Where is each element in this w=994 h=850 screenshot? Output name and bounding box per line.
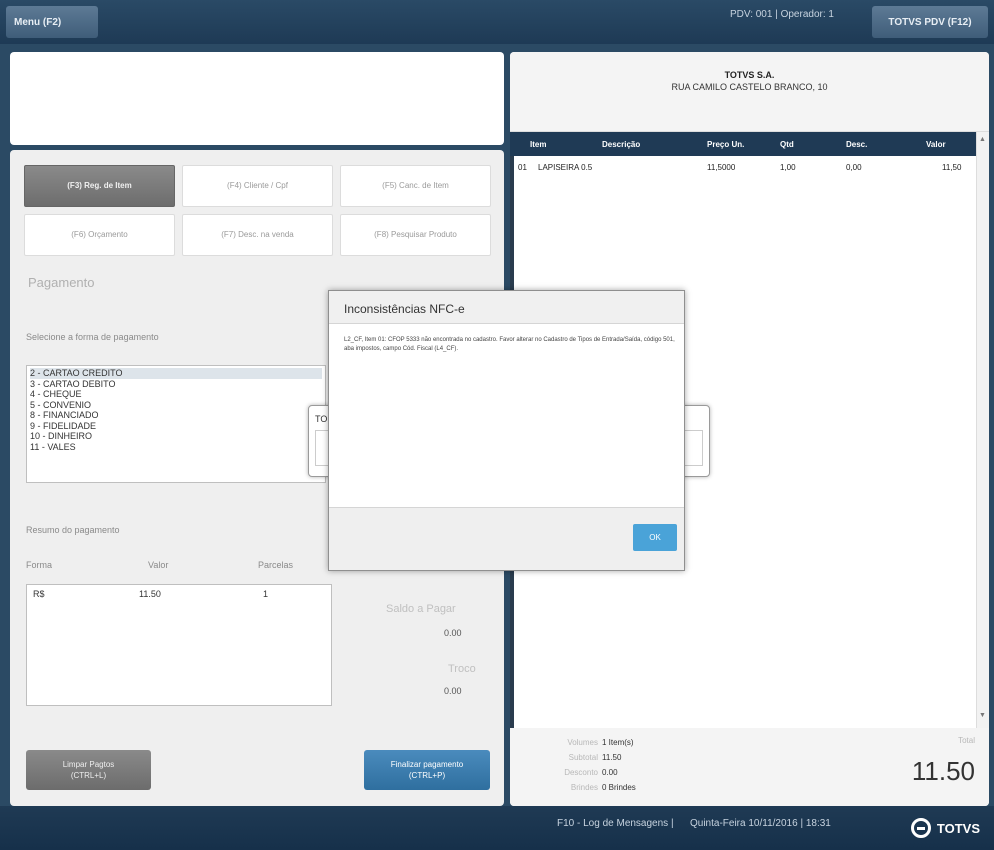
customer-cpf-button[interactable]: (F4) Cliente / Cpf (182, 165, 333, 207)
scroll-down-icon[interactable]: ▼ (979, 712, 987, 720)
finish-payment-label: Finalizar pagamento (390, 760, 464, 769)
payment-option[interactable]: 11 - VALES (30, 442, 322, 453)
dialog-title: Inconsistências NFC-e (329, 291, 684, 324)
payment-option[interactable]: 9 - FIDELIDADE (30, 421, 322, 432)
item-value: 11,50 (942, 163, 962, 172)
ok-button[interactable]: OK (633, 524, 677, 551)
sale-discount-button[interactable]: (F7) Desc. na venda (182, 214, 333, 256)
col-qtd: Qtd (780, 140, 794, 149)
company-name: TOTVS S.A. (724, 70, 775, 80)
col-forma: Forma (26, 560, 53, 570)
payment-summary-table: R$ 11.50 1 (26, 584, 332, 706)
total-value: 11.50 (911, 756, 975, 786)
desconto-label: Desconto (564, 768, 598, 777)
saldo-label: Saldo a Pagar (386, 603, 456, 615)
volumes-value: 1 Item(s) (602, 738, 634, 747)
bottom-bar (0, 806, 994, 850)
clear-payments-shortcut: (CTRL+L) (70, 771, 107, 780)
company-header: TOTVS S.A. RUA CAMILO CASTELO BRANCO, 10 (510, 52, 989, 132)
cancel-item-button[interactable]: (F5) Canc. de Item (340, 165, 491, 207)
totvs-brand: TOTVS (936, 820, 980, 836)
background-dialog-title: TO (315, 414, 328, 424)
top-bar: Menu (F2) PDV: 001 | Operador: 1 TOTVS P… (0, 0, 994, 44)
total-label: Total (958, 736, 975, 745)
clear-payments-button[interactable]: Limpar Pagtos (CTRL+L) (26, 750, 151, 790)
finish-payment-button[interactable]: Finalizar pagamento (CTRL+P) (364, 750, 490, 790)
table-row[interactable]: 01 LAPISEIRA 0.5 11,5000 1,00 0,00 11,50 (510, 160, 976, 176)
payment-method-list[interactable]: 2 - CARTAO CREDITO 3 - CARTAO DEBITO 4 -… (26, 365, 326, 483)
troco-value: 0.00 (444, 686, 462, 696)
items-scrollbar[interactable]: ▲ ▼ (976, 132, 989, 728)
datetime: Quinta-Feira 10/11/2016 | 18:31 (690, 818, 831, 829)
items-table-header: Item Descrição Preço Un. Qtd Desc. Valor (510, 132, 976, 156)
totvs-pdv-button[interactable]: TOTVS PDV (F12) (872, 6, 988, 38)
finish-payment-shortcut: (CTRL+P) (408, 771, 446, 780)
clear-payments-label: Limpar Pagtos (62, 760, 115, 769)
item-discount: 0,00 (846, 163, 862, 172)
payment-option[interactable]: 5 - CONVENIO (30, 400, 322, 411)
totals-area: Volumes 1 Item(s) Subtotal 11.50 Descont… (510, 728, 989, 806)
col-preco: Preço Un. (707, 140, 745, 149)
totvs-logo-icon (910, 818, 931, 838)
col-valor: Valor (148, 560, 169, 570)
desconto-value: 0.00 (602, 768, 618, 777)
col-parcelas: Parcelas (258, 560, 294, 570)
payment-select-label: Selecione a forma de pagamento (26, 332, 159, 342)
col-valor: Valor (926, 140, 946, 149)
item-number: 01 (518, 163, 527, 172)
summary-parcelas: 1 (263, 589, 269, 599)
payment-option[interactable]: 2 - CARTAO CREDITO (30, 368, 322, 379)
col-descricao: Descrição (602, 140, 641, 149)
subtotal-label: Subtotal (568, 753, 598, 762)
payment-option[interactable]: 10 - DINHEIRO (30, 431, 322, 442)
volumes-label: Volumes (567, 738, 598, 747)
totvs-logo: TOTVS (910, 818, 980, 838)
saldo-value: 0.00 (444, 628, 462, 638)
payment-option[interactable]: 3 - CARTAO DEBITO (30, 379, 322, 390)
col-item: Item (530, 140, 547, 149)
pdv-operator-info: PDV: 001 | Operador: 1 (730, 9, 834, 20)
dialog-footer: OK (329, 507, 684, 570)
brindes-value: 0 Brindes (602, 783, 636, 792)
message-log-link[interactable]: F10 - Log de Mensagens | (557, 818, 674, 829)
troco-label: Troco (448, 663, 476, 675)
subtotal-value: 11.50 (602, 753, 622, 762)
customer-display-area (10, 52, 504, 145)
brindes-label: Brindes (570, 783, 598, 792)
item-qty: 1,00 (780, 163, 796, 172)
payment-option[interactable]: 4 - CHEQUE (30, 389, 322, 400)
register-item-button[interactable]: (F3) Reg. de Item (24, 165, 175, 207)
summary-forma: R$ (33, 589, 45, 599)
payment-option[interactable]: 8 - FINANCIADO (30, 410, 322, 421)
summary-valor: 11.50 (139, 589, 161, 599)
dialog-message: L2_CF, Item 01: CFOP 5333 não encontrada… (344, 337, 675, 352)
scroll-up-icon[interactable]: ▲ (979, 136, 987, 144)
company-address: RUA CAMILO CASTELO BRANCO, 10 (671, 82, 828, 92)
nfce-inconsistency-dialog: Inconsistências NFC-e L2_CF, Item 01: CF… (328, 290, 685, 571)
search-product-button[interactable]: (F8) Pesquisar Produto (340, 214, 491, 256)
item-unit-price: 11,5000 (707, 163, 736, 172)
menu-button[interactable]: Menu (F2) (6, 6, 98, 38)
payment-summary-title: Resumo do pagamento (26, 525, 120, 535)
payment-title: Pagamento (28, 275, 95, 290)
budget-button[interactable]: (F6) Orçamento (24, 214, 175, 256)
item-description: LAPISEIRA 0.5 (538, 163, 593, 172)
col-desc: Desc. (846, 140, 868, 149)
